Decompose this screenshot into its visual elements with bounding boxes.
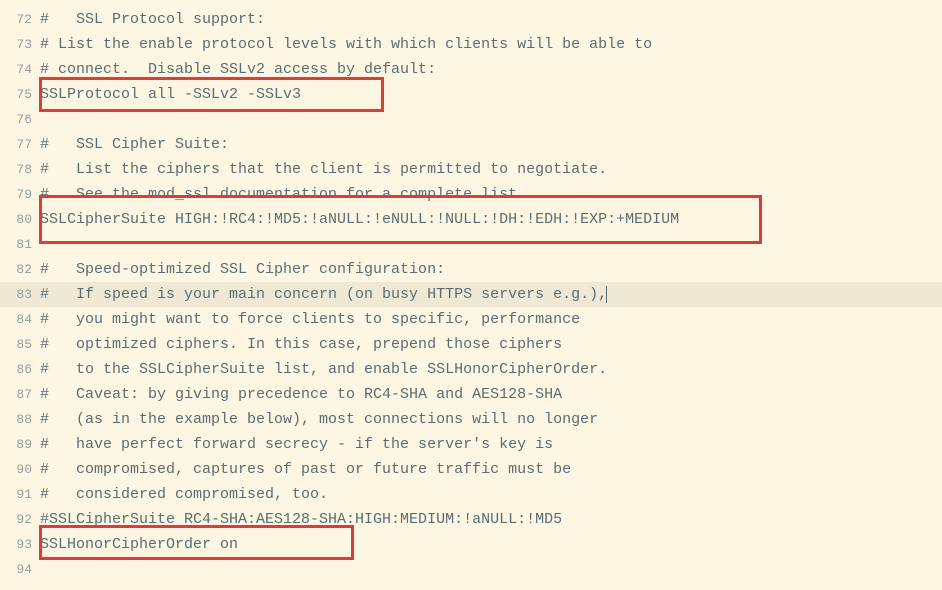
code-text[interactable]: # Speed-optimized SSL Cipher configurati…	[40, 257, 445, 282]
line-number: 72	[0, 7, 40, 32]
code-text[interactable]: # Caveat: by giving precedence to RC4-SH…	[40, 382, 562, 407]
line-number: 92	[0, 507, 40, 532]
line-number: 87	[0, 382, 40, 407]
line-number: 82	[0, 257, 40, 282]
line-number: 83	[0, 282, 40, 307]
line-number: 74	[0, 57, 40, 82]
code-text[interactable]: # considered compromised, too.	[40, 482, 328, 507]
line-number: 76	[0, 107, 40, 132]
code-text[interactable]: # (as in the example below), most connec…	[40, 407, 598, 432]
line-number: 94	[0, 557, 40, 582]
line-number: 80	[0, 207, 40, 232]
code-text[interactable]: # List the ciphers that the client is pe…	[40, 157, 607, 182]
code-text[interactable]: # compromised, captures of past or futur…	[40, 457, 571, 482]
code-line[interactable]: 83# If speed is your main concern (on bu…	[0, 282, 942, 307]
code-text[interactable]: # See the mod_ssl documentation for a co…	[40, 182, 526, 207]
code-line[interactable]: 81	[0, 232, 942, 257]
code-line[interactable]: 72# SSL Protocol support:	[0, 7, 942, 32]
code-text[interactable]: SSLCipherSuite HIGH:!RC4:!MD5:!aNULL:!eN…	[40, 207, 679, 232]
code-text[interactable]: #SSLCipherSuite RC4-SHA:AES128-SHA:HIGH:…	[40, 507, 562, 532]
code-line[interactable]: 74# connect. Disable SSLv2 access by def…	[0, 57, 942, 82]
line-number: 84	[0, 307, 40, 332]
line-number: 81	[0, 232, 40, 257]
line-number: 75	[0, 82, 40, 107]
code-line[interactable]: 73# List the enable protocol levels with…	[0, 32, 942, 57]
line-number: 90	[0, 457, 40, 482]
line-number: 89	[0, 432, 40, 457]
line-number: 77	[0, 132, 40, 157]
code-line[interactable]: 93SSLHonorCipherOrder on	[0, 532, 942, 557]
line-number: 91	[0, 482, 40, 507]
code-line[interactable]: 76	[0, 107, 942, 132]
code-line[interactable]: 91# considered compromised, too.	[0, 482, 942, 507]
code-line[interactable]: 86# to the SSLCipherSuite list, and enab…	[0, 357, 942, 382]
code-text[interactable]: # If speed is your main concern (on busy…	[40, 282, 607, 307]
code-line[interactable]: 82# Speed-optimized SSL Cipher configura…	[0, 257, 942, 282]
code-text[interactable]: # List the enable protocol levels with w…	[40, 32, 652, 57]
code-line[interactable]: 92#SSLCipherSuite RC4-SHA:AES128-SHA:HIG…	[0, 507, 942, 532]
code-line[interactable]: 90# compromised, captures of past or fut…	[0, 457, 942, 482]
code-text[interactable]: SSLHonorCipherOrder on	[40, 532, 238, 557]
line-number: 86	[0, 357, 40, 382]
code-line[interactable]: 80SSLCipherSuite HIGH:!RC4:!MD5:!aNULL:!…	[0, 207, 942, 232]
line-number: 73	[0, 32, 40, 57]
code-text[interactable]: # have perfect forward secrecy - if the …	[40, 432, 553, 457]
line-number: 78	[0, 157, 40, 182]
code-line[interactable]: 75SSLProtocol all -SSLv2 -SSLv3	[0, 82, 942, 107]
code-text[interactable]: SSLProtocol all -SSLv2 -SSLv3	[40, 82, 301, 107]
line-number: 88	[0, 407, 40, 432]
code-line[interactable]: 84# you might want to force clients to s…	[0, 307, 942, 332]
code-text[interactable]: # optimized ciphers. In this case, prepe…	[40, 332, 562, 357]
code-editor[interactable]: 72# SSL Protocol support:73# List the en…	[0, 0, 942, 582]
code-text[interactable]: # SSL Protocol support:	[40, 7, 265, 32]
code-line[interactable]: 89# have perfect forward secrecy - if th…	[0, 432, 942, 457]
code-line[interactable]: 94	[0, 557, 942, 582]
text-caret	[606, 286, 607, 303]
code-line[interactable]: 78# List the ciphers that the client is …	[0, 157, 942, 182]
code-line[interactable]: 88# (as in the example below), most conn…	[0, 407, 942, 432]
line-number: 85	[0, 332, 40, 357]
code-line[interactable]: 79# See the mod_ssl documentation for a …	[0, 182, 942, 207]
code-text[interactable]: # SSL Cipher Suite:	[40, 132, 229, 157]
code-line[interactable]: 85# optimized ciphers. In this case, pre…	[0, 332, 942, 357]
code-text[interactable]: # you might want to force clients to spe…	[40, 307, 580, 332]
code-line[interactable]: 77# SSL Cipher Suite:	[0, 132, 942, 157]
line-number: 79	[0, 182, 40, 207]
code-text[interactable]: # connect. Disable SSLv2 access by defau…	[40, 57, 436, 82]
line-number: 93	[0, 532, 40, 557]
code-text[interactable]: # to the SSLCipherSuite list, and enable…	[40, 357, 607, 382]
code-line[interactable]: 87# Caveat: by giving precedence to RC4-…	[0, 382, 942, 407]
